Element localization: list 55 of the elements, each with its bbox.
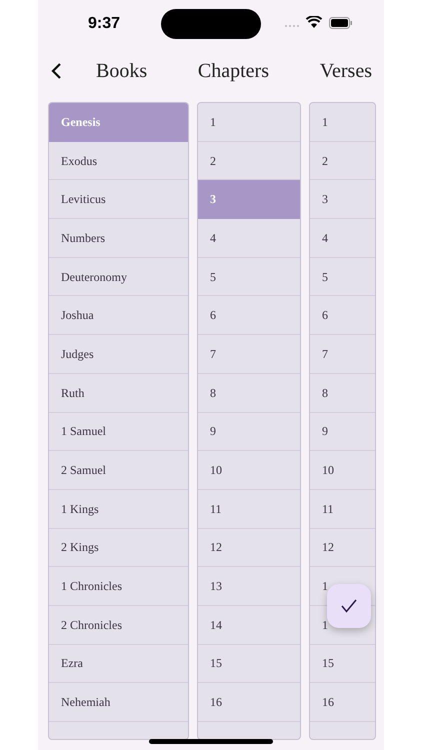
list-item[interactable]: Joshua	[61, 306, 94, 324]
list-item[interactable]: 10	[322, 461, 334, 480]
list-item[interactable]: 11	[210, 500, 222, 518]
list-item[interactable]: 4	[322, 228, 328, 247]
list-item[interactable]: 8	[322, 384, 328, 402]
list-item[interactable]: 8	[210, 384, 216, 402]
list-item[interactable]: 1	[322, 577, 328, 596]
list-item[interactable]: Ruth	[61, 384, 84, 402]
column-tab[interactable]: Books	[96, 56, 148, 86]
list-item[interactable]: 15	[210, 654, 222, 672]
list-item[interactable]: 2 Kings	[61, 538, 99, 556]
list-item[interactable]: Leviticus	[61, 190, 106, 208]
list-item[interactable]: 3	[322, 190, 328, 208]
signal-icon	[284, 24, 302, 28]
list-item[interactable]: 11	[322, 500, 334, 518]
list-item[interactable]: 1	[210, 112, 216, 131]
list-item[interactable]: 7	[210, 344, 216, 363]
list-item[interactable]: 4	[210, 228, 216, 247]
column-tab[interactable]: Verses	[320, 56, 372, 86]
wifi-icon	[306, 16, 322, 28]
list-item[interactable]: 6	[210, 306, 216, 324]
list-item[interactable]: 1 Chronicles	[61, 577, 122, 596]
list-item[interactable]: Deuteronomy	[61, 268, 127, 286]
column-tab[interactable]: Chapters	[198, 56, 269, 86]
list-item[interactable]: 1	[322, 616, 328, 634]
list-item[interactable]: 13	[210, 577, 222, 596]
list-item[interactable]: 15	[322, 654, 334, 672]
list-item[interactable]: Numbers	[61, 228, 105, 247]
list-item[interactable]: 6	[322, 306, 328, 324]
list-item[interactable]: 16	[322, 693, 334, 712]
list-item[interactable]: Nehemiah	[61, 693, 110, 712]
checkmark-icon	[341, 599, 357, 613]
list-item[interactable]: 9	[322, 422, 328, 440]
battery-icon	[329, 17, 353, 29]
list-item[interactable]: 2 Samuel	[61, 461, 106, 480]
status-time: 9:37	[88, 14, 120, 34]
list-item[interactable]: 1 Samuel	[61, 422, 106, 440]
list-item[interactable]: 9	[210, 422, 216, 440]
list-item[interactable]: 1 Kings	[61, 500, 99, 518]
list-item[interactable]: Judges	[61, 344, 94, 363]
list-item[interactable]: 5	[210, 268, 216, 286]
list-item[interactable]: 16	[210, 693, 222, 712]
list-item[interactable]: 12	[210, 538, 222, 556]
list-item[interactable]: 12	[322, 538, 334, 556]
list-item[interactable]: 10	[210, 461, 222, 480]
list-item[interactable]: Ezra	[61, 654, 83, 672]
list-item[interactable]: 1	[322, 112, 328, 131]
list-item[interactable]: Exodus	[61, 152, 97, 170]
list-item[interactable]: 2 Chronicles	[61, 616, 122, 634]
list-item[interactable]: 7	[322, 344, 328, 363]
back-icon[interactable]	[50, 62, 62, 80]
list-item[interactable]: 2	[322, 152, 328, 170]
list-item[interactable]: 5	[322, 268, 328, 286]
list-item[interactable]: 14	[210, 616, 222, 634]
list-item[interactable]: 2	[210, 152, 216, 170]
